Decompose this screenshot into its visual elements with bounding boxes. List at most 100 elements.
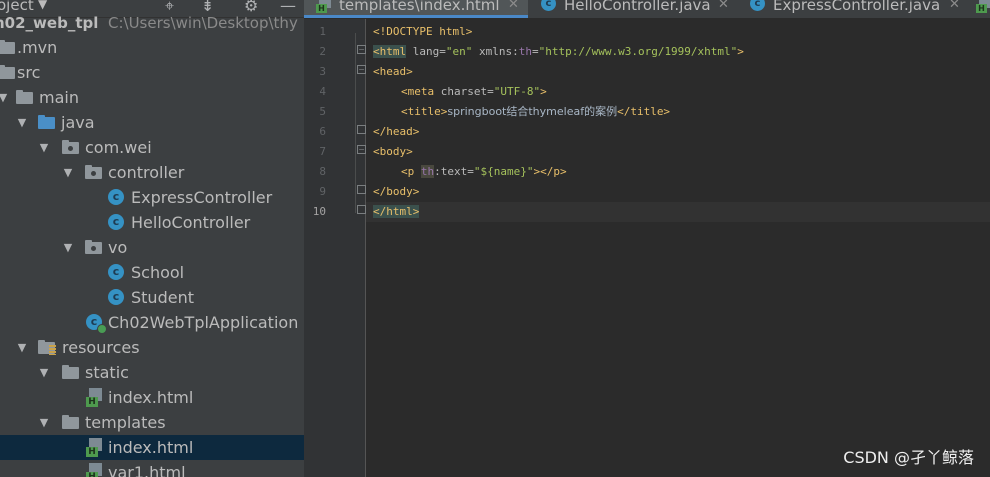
attr-name: charset= — [434, 85, 494, 98]
fold-end-marker-icon[interactable] — [357, 125, 366, 134]
html-file-icon: H — [86, 463, 103, 477]
folder-icon — [16, 90, 34, 105]
line-number-current: 10 — [312, 205, 326, 218]
tree-item-var1-html[interactable]: H var1.html — [0, 460, 304, 477]
project-view-dropdown-icon[interactable]: ▼ — [38, 0, 47, 11]
tab-express-controller[interactable]: c ExpressController.java ✕ — [736, 0, 966, 18]
fold-end-marker-icon[interactable] — [357, 205, 366, 214]
tree-item-label: main — [39, 88, 79, 107]
java-class-icon: c — [108, 189, 124, 205]
tree-item-hello-controller[interactable]: c HelloController — [0, 210, 304, 235]
tab-hello-controller[interactable]: c HelloController.java ✕ — [529, 0, 735, 18]
tree-item-school[interactable]: c School — [0, 260, 304, 285]
folder-icon — [0, 65, 16, 80]
tab-label: HelloController.java — [564, 0, 711, 14]
tree-item-label: templates — [85, 413, 166, 432]
tree-item-mvn[interactable]: .mvn — [0, 35, 304, 60]
line-number: 4 — [319, 85, 326, 98]
expand-arrow-icon[interactable]: ▼ — [37, 410, 51, 435]
expand-arrow-icon[interactable]: ▼ — [37, 135, 51, 160]
tree-item-java[interactable]: ▼ java — [0, 110, 304, 135]
tag-close: > — [540, 85, 547, 98]
code-line-9: </body> — [373, 182, 419, 202]
project-panel-title[interactable]: oject — [0, 0, 34, 14]
tree-item-static[interactable]: ▼ static — [0, 360, 304, 385]
package-icon — [62, 140, 80, 155]
tree-item-application[interactable]: c Ch02WebTplApplication — [0, 310, 304, 335]
tree-item-controller[interactable]: ▼ controller — [0, 160, 304, 185]
tree-item-label: resources — [62, 338, 140, 357]
java-class-icon: c — [750, 0, 765, 11]
tree-item-resources[interactable]: ▼ resources — [0, 335, 304, 360]
tree-item-src[interactable]: src — [0, 60, 304, 85]
tree-item-label: HelloController — [131, 213, 251, 232]
expand-arrow-icon[interactable]: ▼ — [61, 235, 75, 260]
tree-item-label: Ch02WebTplApplication — [108, 313, 299, 332]
attr-name: :text= — [434, 165, 474, 178]
tree-item-templates[interactable]: ▼ templates — [0, 410, 304, 435]
editor-tab-bar: H templates\index.html ✕ c HelloControll… — [304, 0, 990, 19]
code-line-6: </head> — [373, 122, 419, 142]
tree-item-label: Student — [131, 288, 194, 307]
tree-item-label: .mvn — [17, 38, 58, 57]
fold-marker-icon[interactable]: − — [357, 45, 366, 54]
title-close-tag: </title> — [617, 105, 671, 118]
html-close-tag: </html> — [373, 205, 420, 218]
fold-end-marker-icon[interactable] — [357, 185, 366, 194]
tree-item-templates-index-html[interactable]: H index.html — [0, 435, 304, 460]
collapse-all-icon[interactable]: ⇟ — [201, 0, 214, 15]
code-line-7: <body> — [373, 142, 413, 162]
expand-arrow-icon[interactable]: ▼ — [15, 335, 29, 360]
tree-item-vo[interactable]: ▼ vo — [0, 235, 304, 260]
tree-item-label: ExpressController — [131, 188, 273, 207]
folder-icon — [0, 40, 16, 55]
expand-arrow-icon[interactable]: ▼ — [15, 110, 29, 135]
close-tab-icon[interactable]: ✕ — [718, 0, 729, 12]
attr-value: "UTF-8" — [493, 85, 541, 98]
java-class-icon: c — [108, 264, 124, 280]
close-tab-icon[interactable]: ✕ — [508, 0, 519, 12]
tab-overflow[interactable]: H — [974, 0, 990, 18]
title-text: springboot结合thymeleaf的案例 — [447, 105, 618, 118]
hide-panel-icon[interactable]: — — [280, 0, 296, 15]
attr-value: "en" — [445, 45, 473, 58]
line-number: 7 — [319, 145, 326, 158]
tree-item-main[interactable]: ▼ main — [0, 85, 304, 110]
code-line-2: <html lang="en" xmlns:th="http://www.w3.… — [373, 42, 744, 62]
fold-marker-icon[interactable]: − — [357, 145, 366, 154]
java-class-icon: c — [108, 289, 124, 305]
expand-arrow-icon[interactable]: ▼ — [61, 160, 75, 185]
tree-item-com-wei[interactable]: ▼ com.wei — [0, 135, 304, 160]
expand-arrow-icon[interactable]: ▼ — [37, 360, 51, 385]
code-line-8: <p th:text="${name}"></p> — [401, 162, 567, 182]
fold-marker-icon[interactable]: − — [357, 65, 366, 74]
line-number: 2 — [319, 45, 326, 58]
folder-icon — [62, 365, 80, 380]
java-class-icon: c — [541, 0, 556, 11]
tree-item-express-controller[interactable]: c ExpressController — [0, 185, 304, 210]
folder-icon — [62, 415, 80, 430]
expand-arrow-icon[interactable]: ▼ — [0, 85, 10, 110]
tree-item-label: java — [61, 113, 95, 132]
line-number: 5 — [319, 105, 326, 118]
code-line-10: </html> — [373, 202, 420, 222]
fold-guide — [355, 33, 356, 213]
package-icon — [85, 165, 103, 180]
locate-file-icon[interactable]: ⌖ — [165, 0, 174, 15]
project-root-name: h02_web_tpl — [0, 14, 99, 32]
tree-item-label: com.wei — [85, 138, 152, 157]
gear-icon[interactable]: ⚙ — [244, 0, 258, 15]
attr-value: "http://www.w3.org/1999/xhtml" — [538, 45, 738, 58]
tab-label: ExpressController.java — [773, 0, 941, 14]
head-close-tag: </head> — [373, 125, 420, 138]
line-number: 3 — [319, 65, 326, 78]
spring-boot-class-icon: c — [86, 314, 107, 334]
project-panel: oject ▼ ⌖ ⇟ ⚙ — h02_web_tpl C:\Users\win… — [0, 0, 304, 477]
tree-item-student[interactable]: c Student — [0, 285, 304, 310]
tab-templates-index-html[interactable]: H templates\index.html ✕ — [304, 0, 528, 18]
code-editor[interactable]: − − − <!DOCTYPE html> <html lang="en" xm… — [355, 19, 990, 477]
tree-item-static-index-html[interactable]: H index.html — [0, 385, 304, 410]
close-tab-icon[interactable]: ✕ — [949, 0, 960, 12]
line-number: 1 — [319, 25, 326, 38]
code-line-1: <!DOCTYPE html> — [373, 22, 472, 42]
